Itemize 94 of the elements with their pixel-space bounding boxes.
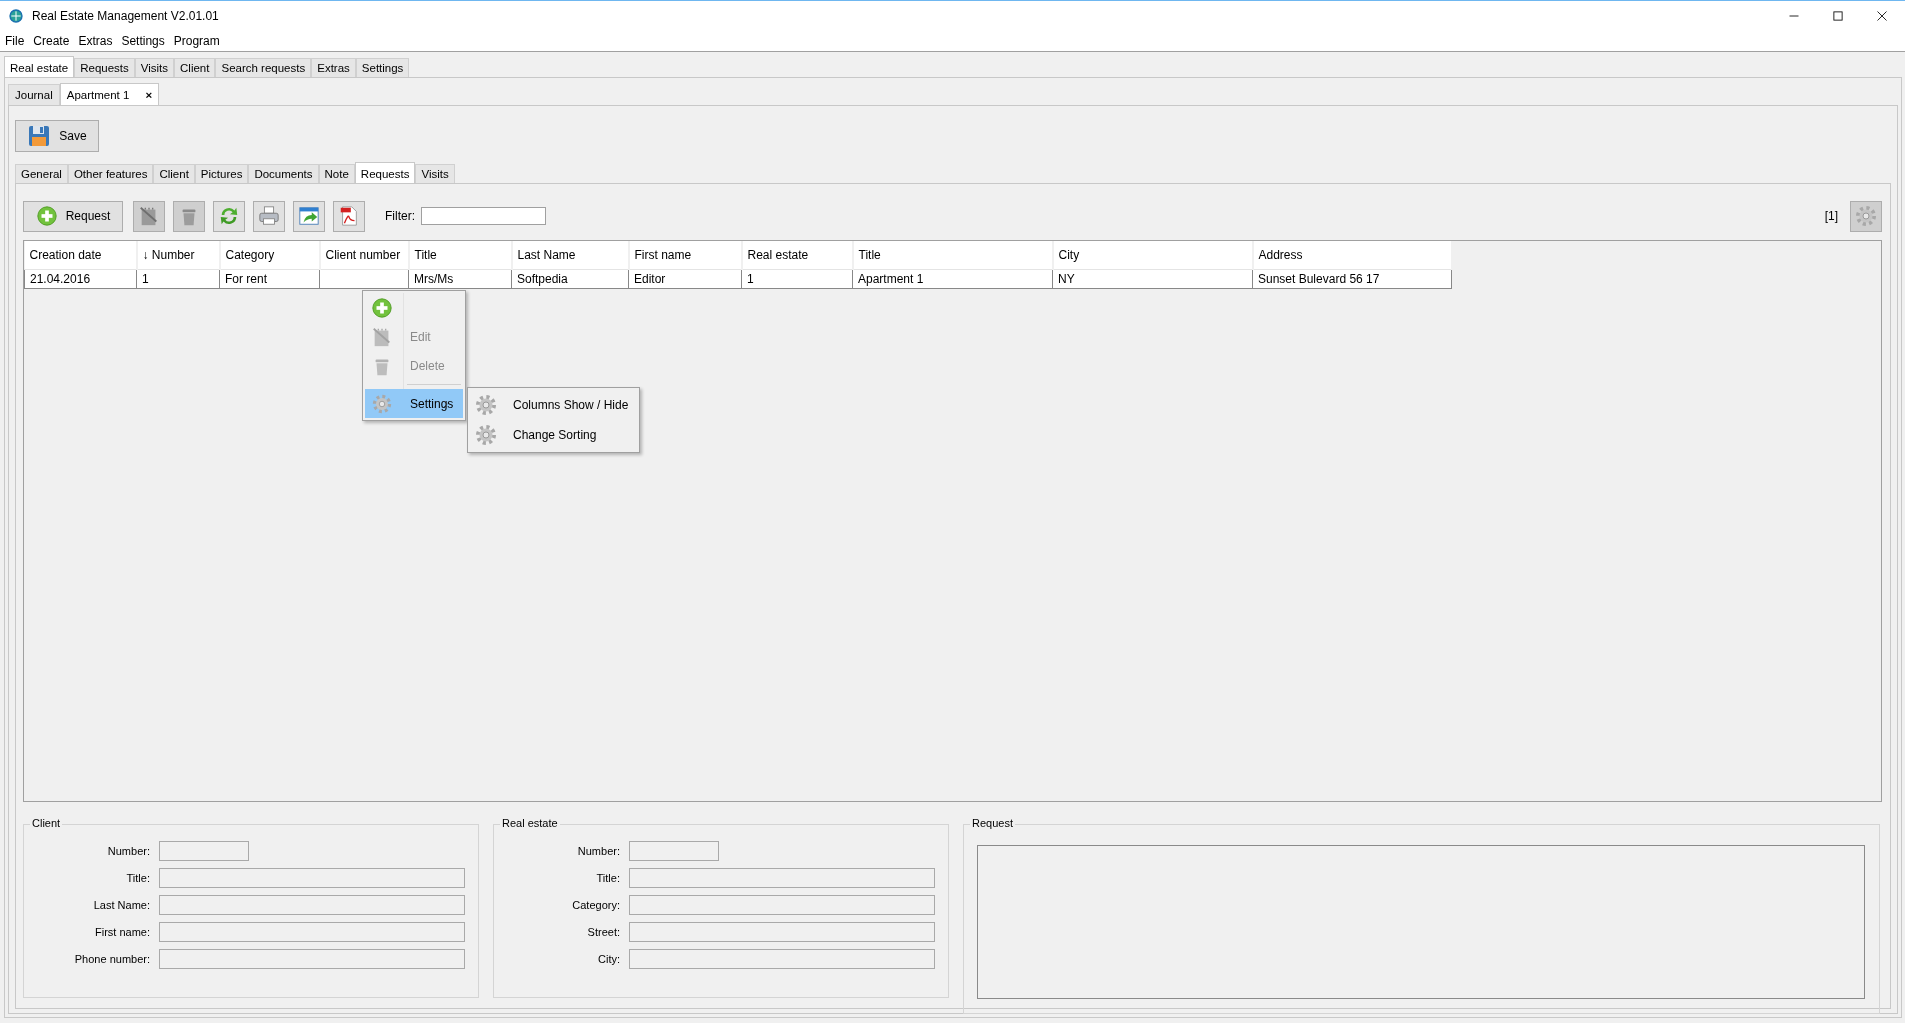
field-label: Phone number:	[73, 953, 150, 965]
field-label: City:	[597, 953, 620, 965]
toolbar-button[interactable]	[333, 200, 365, 232]
app-icon	[8, 8, 24, 24]
menu-item[interactable]: Settings	[365, 389, 463, 418]
pdf-icon	[338, 205, 360, 227]
column-header[interactable]: City	[1052, 241, 1253, 270]
tab[interactable]: Visits	[415, 164, 455, 183]
input-field[interactable]	[629, 841, 719, 861]
settings-icon	[474, 393, 498, 417]
printer-icon	[258, 205, 280, 227]
table-cell: Softpedia	[517, 272, 568, 286]
group-title: Real estate	[500, 817, 560, 829]
field-label: First name:	[94, 926, 150, 938]
settings-icon	[371, 392, 393, 415]
menu-item[interactable]: Create	[33, 34, 70, 48]
table-cell: NY	[1058, 272, 1075, 286]
tab[interactable]: Client	[174, 58, 216, 77]
input-field[interactable]	[159, 841, 249, 861]
table-cell: Sunset Bulevard 56 17	[1258, 272, 1380, 286]
group-title: Request	[970, 817, 1015, 829]
column-header[interactable]: Category	[219, 241, 320, 270]
field-label: Number:	[576, 845, 620, 857]
plus-icon	[371, 296, 393, 319]
plus-icon	[35, 205, 58, 227]
field-label: Last Name:	[92, 899, 150, 911]
menu-item[interactable]: Program	[173, 34, 220, 48]
input-field[interactable]	[159, 922, 465, 942]
add-request-button[interactable]: Request	[23, 200, 123, 232]
tab[interactable]: Extras	[311, 58, 356, 77]
toolbar-button[interactable]	[213, 200, 245, 232]
input-field[interactable]	[159, 868, 465, 888]
group-title: Client	[30, 817, 63, 829]
save-button[interactable]: Save	[15, 120, 99, 152]
notepad-icon	[138, 205, 160, 227]
floppy-icon	[27, 124, 52, 148]
tab[interactable]: Documents	[248, 164, 319, 183]
tab[interactable]: Search requests	[215, 58, 312, 77]
settings-icon	[474, 423, 498, 447]
menu-item[interactable]: Extras	[78, 34, 113, 48]
table-cell: 1	[747, 272, 754, 286]
input-field[interactable]	[159, 949, 465, 969]
menu-item[interactable]: File	[5, 34, 25, 48]
column-header[interactable]: ↓ Number	[136, 241, 220, 270]
tab[interactable]: Note	[318, 164, 355, 183]
field-label: Title:	[125, 872, 150, 884]
tab[interactable]: Real estate	[4, 56, 75, 77]
tab[interactable]: Requests	[354, 162, 416, 183]
table-cell: Editor	[634, 272, 666, 286]
column-header[interactable]: Title	[408, 241, 512, 270]
settings-icon	[1854, 204, 1878, 228]
document-tab[interactable]: Journal	[8, 84, 60, 105]
input-field[interactable]	[629, 949, 935, 969]
tab[interactable]: Visits	[134, 58, 175, 77]
field-label: Title:	[595, 872, 620, 884]
table-cell: Apartment 1	[858, 272, 924, 286]
export-icon	[298, 205, 320, 227]
refresh-icon	[218, 205, 240, 227]
close-tab-button[interactable]: ×	[145, 89, 153, 101]
menu-item[interactable]: Settings	[121, 34, 165, 48]
column-header[interactable]: Creation date	[24, 241, 137, 270]
column-header[interactable]: Title	[852, 241, 1053, 270]
column-header[interactable]: Address	[1252, 241, 1452, 270]
tab[interactable]: Settings	[355, 58, 410, 77]
field-label: Category:	[571, 899, 620, 911]
tab[interactable]: Requests	[74, 58, 135, 77]
tab[interactable]: General	[15, 164, 68, 183]
tab[interactable]: Pictures	[194, 164, 249, 183]
document-tab[interactable]: Apartment 1 ×	[59, 83, 160, 105]
notepad-icon	[371, 325, 393, 348]
filter-field[interactable]	[421, 207, 546, 225]
table-cell: 1	[142, 272, 149, 286]
field-label: Number:	[106, 845, 150, 857]
menu-item[interactable]: Columns Show / Hide	[468, 390, 639, 420]
window-title: Real Estate Management V2.01.01	[32, 9, 219, 23]
field-label: Street:	[586, 926, 620, 938]
input-field[interactable]	[629, 895, 935, 915]
toolbar-button[interactable]	[293, 200, 325, 232]
column-header[interactable]: First name	[628, 241, 742, 270]
table-cell: For rent	[225, 272, 267, 286]
result-count: [1]	[1824, 209, 1838, 223]
toolbar-button[interactable]	[253, 200, 285, 232]
input-field[interactable]	[629, 922, 935, 942]
input-field[interactable]	[629, 868, 935, 888]
tab[interactable]: Client	[153, 164, 195, 183]
menu-item[interactable]: Change Sorting	[468, 420, 639, 450]
filter-label: Filter:	[385, 209, 415, 223]
tab[interactable]: Other features	[67, 164, 154, 183]
column-header[interactable]: Last Name	[511, 241, 629, 270]
table-cell: Mrs/Ms	[414, 272, 454, 286]
table-cell: 21.04.2016	[30, 272, 91, 286]
input-field[interactable]	[159, 895, 465, 915]
column-header[interactable]: Real estate	[741, 241, 853, 270]
column-header[interactable]: Client number	[319, 241, 409, 270]
